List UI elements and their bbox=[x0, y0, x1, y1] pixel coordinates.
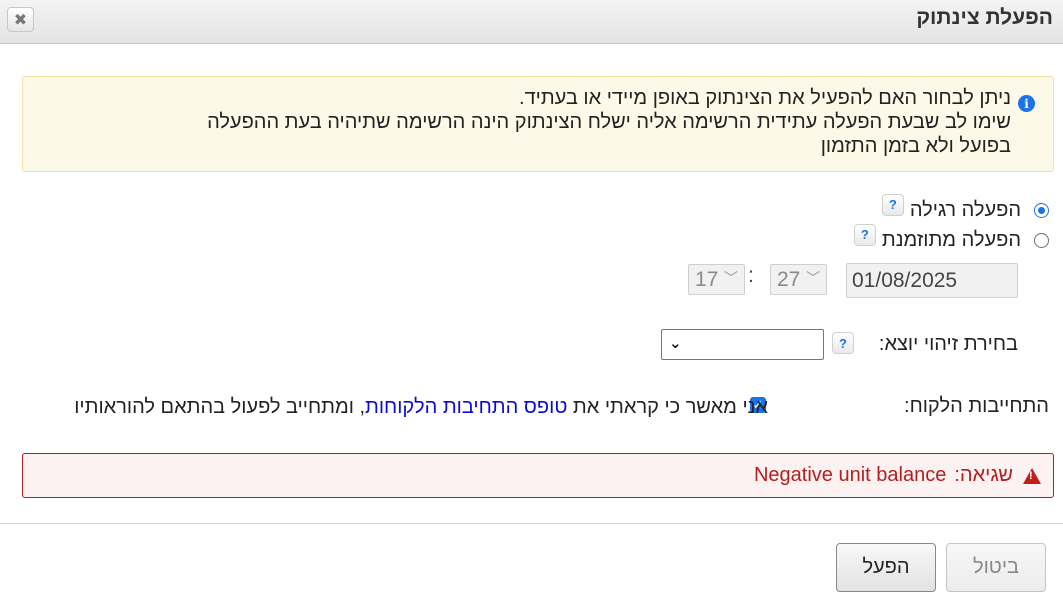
info-line-3: בפועל ולא בזמן התזמון bbox=[820, 135, 1011, 157]
sender-select[interactable]: ⌄ bbox=[661, 329, 824, 360]
option-scheduled[interactable]: הפעלה מתוזמנת ? bbox=[853, 223, 1049, 252]
scheduled-radio[interactable] bbox=[1034, 233, 1049, 248]
commitment-text: אני מאשר כי קראתי את טופס התחיבות הלקוחו… bbox=[48, 395, 768, 420]
minute-select[interactable]: 27 ﹀ bbox=[770, 264, 827, 295]
commitment-text-before: אני מאשר כי קראתי את bbox=[567, 396, 768, 418]
regular-radio[interactable] bbox=[1034, 203, 1049, 218]
sender-help-button[interactable]: ? bbox=[832, 332, 854, 354]
chevron-down-icon: ﹀ bbox=[806, 270, 820, 286]
regular-help-button[interactable]: ? bbox=[881, 193, 904, 216]
footer-divider bbox=[0, 523, 1063, 524]
scheduled-help-button[interactable]: ? bbox=[853, 223, 876, 246]
chevron-down-icon: ﹀ bbox=[724, 270, 738, 286]
commitment-label: התחייבות הלקוח: bbox=[904, 395, 1049, 417]
sender-label: בחירת זיהוי יוצא: bbox=[878, 333, 1018, 355]
close-button[interactable]: ✖ bbox=[7, 7, 34, 32]
option-regular[interactable]: הפעלה רגילה ? bbox=[881, 193, 1049, 222]
close-icon: ✖ bbox=[13, 11, 28, 29]
warning-icon bbox=[1023, 467, 1041, 484]
chevron-down-icon: ⌄ bbox=[669, 335, 682, 352]
hour-select[interactable]: 17 ﹀ bbox=[688, 264, 745, 295]
error-message: Negative unit balance bbox=[753, 464, 947, 486]
commitment-text-after: , ומתחייב לפעול בהתאם להוראותיו bbox=[74, 396, 366, 418]
activate-button[interactable]: הפעל bbox=[836, 543, 936, 592]
scheduled-label: הפעלה מתוזמנת bbox=[881, 229, 1021, 251]
cancel-button[interactable]: ביטול bbox=[946, 543, 1046, 592]
info-text: ניתן לבחור האם להפעיל את הצינתוק באופן מ… bbox=[35, 86, 1011, 158]
info-line-2: שימו לב שבעת הפעלה עתידית הרשימה אליה יש… bbox=[207, 111, 1011, 133]
commitment-link[interactable]: טופס התחיבות הלקוחות bbox=[365, 396, 567, 418]
error-box: שגיאה: Negative unit balance bbox=[22, 453, 1054, 498]
schedule-date-input[interactable]: 01/08/2025 bbox=[846, 263, 1018, 298]
dialog-titlebar: ✖ הפעלת צינתוק bbox=[0, 0, 1063, 44]
error-label: שגיאה: bbox=[954, 464, 1013, 486]
info-box: i ניתן לבחור האם להפעיל את הצינתוק באופן… bbox=[22, 76, 1054, 172]
regular-label: הפעלה רגילה bbox=[909, 199, 1021, 221]
hour-value: 17 bbox=[695, 268, 719, 291]
info-line-1: ניתן לבחור האם להפעיל את הצינתוק באופן מ… bbox=[519, 87, 1011, 109]
info-icon: i bbox=[1018, 95, 1035, 112]
time-separator: : bbox=[748, 264, 754, 287]
dialog-title: הפעלת צינתוק bbox=[916, 6, 1053, 29]
minute-value: 27 bbox=[777, 268, 801, 291]
